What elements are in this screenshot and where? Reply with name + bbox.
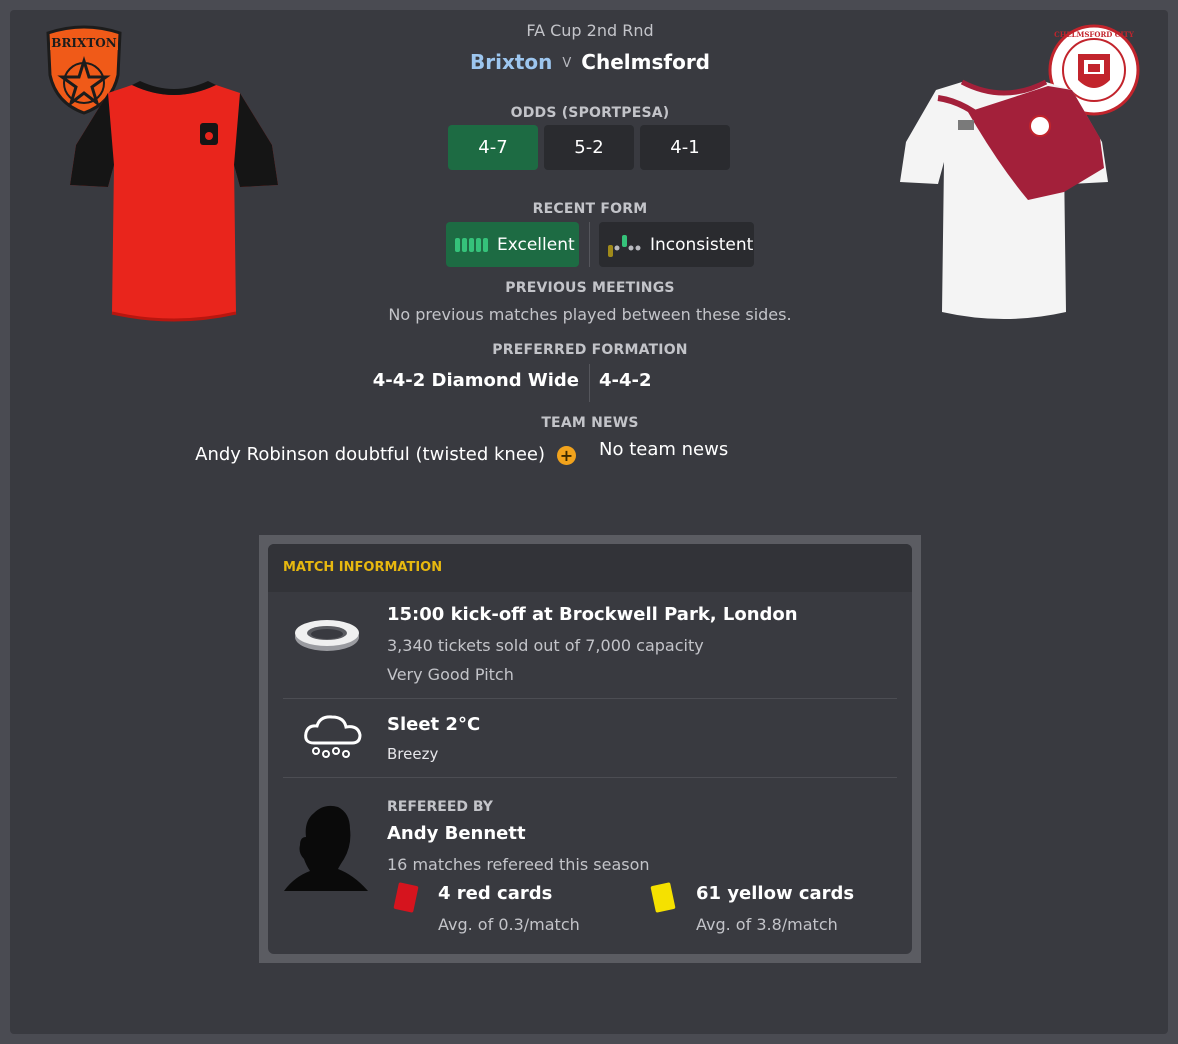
odds-home-win[interactable]: 4-7 [448,125,538,170]
formation-divider [589,364,590,402]
odds-away-win[interactable]: 4-1 [640,125,730,170]
home-team-link[interactable]: Brixton [470,50,552,74]
form-divider [589,222,590,267]
away-form-badge[interactable]: Inconsistent [599,222,754,267]
referee-avatar[interactable] [284,803,368,893]
match-info-title: MATCH INFORMATION [283,560,443,575]
fixture-title: Brixton V Chelmsford [290,50,890,74]
row-divider [283,777,897,778]
odds-label: ODDS (SPORTPESA) [510,105,670,121]
competition-round: FA Cup 2nd Rnd [526,21,654,40]
versus-label: V [562,56,572,71]
odds-row: 4-7 5-2 4-1 [448,125,730,170]
row-divider [283,698,897,699]
kickoff-venue[interactable]: 15:00 kick-off at Brockwell Park, London [387,604,798,625]
svg-text:CHELMSFORD CITY: CHELMSFORD CITY [1054,30,1135,39]
red-cards-average: Avg. of 0.3/match [438,915,580,934]
previous-meetings-text: No previous matches played between these… [388,305,792,324]
away-formation: 4-4-2 [599,370,652,391]
refereed-by-label: REFEREED BY [387,799,493,815]
expand-plus-icon[interactable]: + [557,446,576,465]
wind-condition: Breezy [387,745,439,763]
weather-condition: Sleet 2°C [387,714,481,735]
yellow-cards-average: Avg. of 3.8/match [696,915,838,934]
red-cards-count: 4 red cards [438,883,553,904]
referee-matches: 16 matches refereed this season [387,855,650,874]
home-formation: 4-4-2 Diamond Wide [372,370,579,391]
pitch-condition: Very Good Pitch [387,665,514,684]
stadium-icon [295,620,359,651]
form-bars-icon [455,237,488,252]
home-team-news[interactable]: Andy Robinson doubtful (twisted knee) [195,444,545,465]
formation-label: PREFERRED FORMATION [492,342,688,358]
home-form-text: Excellent [497,234,575,255]
previous-meetings-label: PREVIOUS MEETINGS [505,280,675,296]
yellow-cards-count: 61 yellow cards [696,883,855,904]
odds-draw[interactable]: 5-2 [544,125,634,170]
sleet-weather-icon [304,715,362,758]
referee-name[interactable]: Andy Bennett [387,823,526,844]
away-team-news: No team news [599,439,729,460]
svg-text:BRIXTON: BRIXTON [51,36,116,50]
away-form-text: Inconsistent [650,234,754,255]
form-dots-icon [608,234,641,257]
team-news-label: TEAM NEWS [541,415,639,431]
away-kit-shirt [900,79,1108,319]
home-form-badge[interactable]: Excellent [446,222,579,267]
away-team-link[interactable]: Chelmsford [581,50,710,74]
home-kit-shirt [70,81,278,322]
recent-form-label: RECENT FORM [532,201,648,217]
ticket-sales: 3,340 tickets sold out of 7,000 capacity [387,636,704,655]
